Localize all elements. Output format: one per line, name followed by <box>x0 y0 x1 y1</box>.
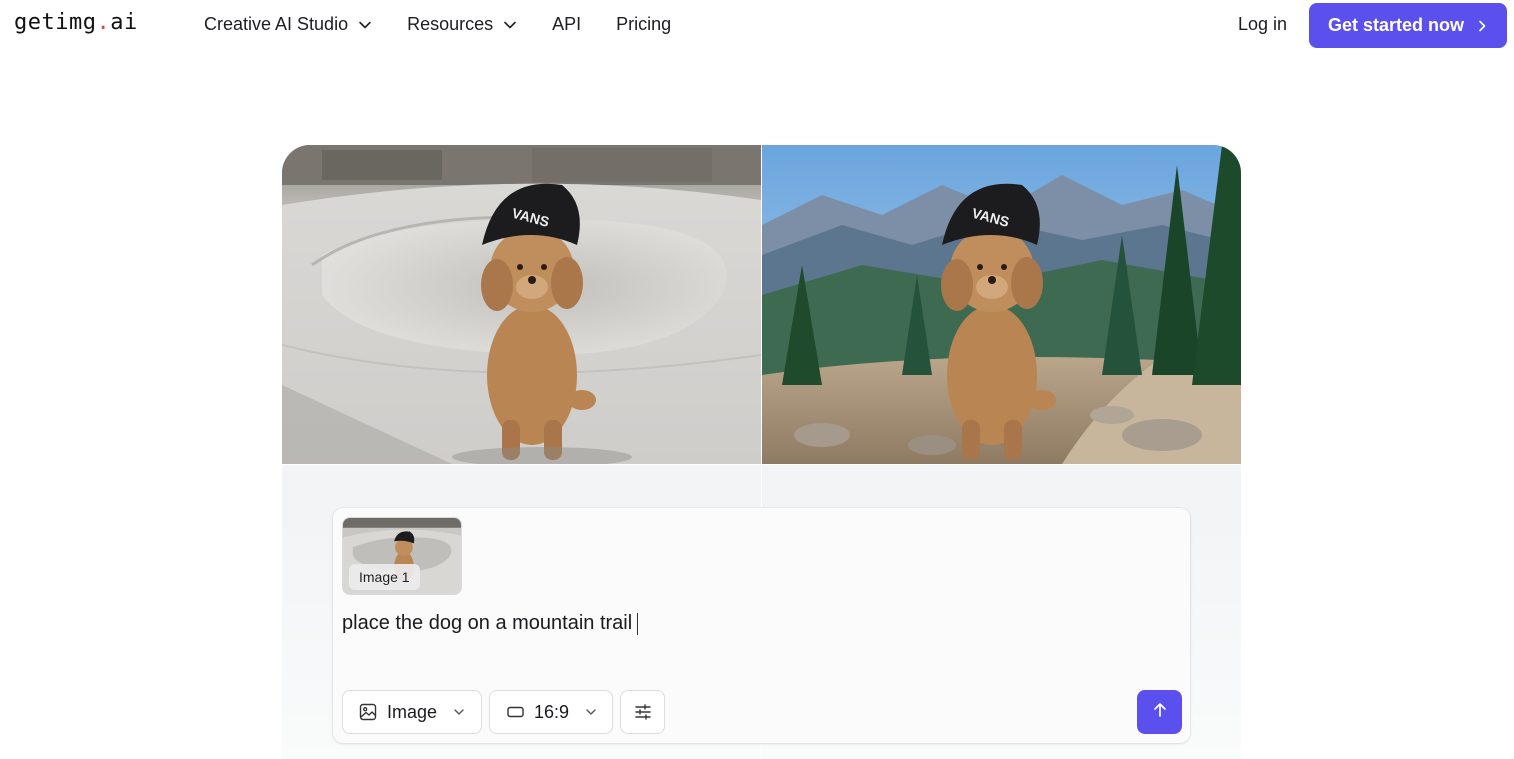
image-baseline <box>282 464 1241 465</box>
arrow-up-icon <box>1152 702 1168 723</box>
attached-image-thumbnail[interactable]: Image 1 <box>342 517 462 595</box>
nav-api[interactable]: API <box>552 14 581 35</box>
nav-label: API <box>552 14 582 34</box>
logo-suffix: ai <box>110 10 138 35</box>
text-cursor <box>637 612 639 635</box>
nav-resources[interactable]: Resources <box>407 14 517 35</box>
aspect-ratio-select[interactable]: 16:9 <box>489 690 613 734</box>
mountain-trail-dog-image: VANS <box>762 145 1241 464</box>
sliders-icon <box>634 703 652 721</box>
skatepark-dog-image: VANS <box>282 145 761 464</box>
prompt-input[interactable]: place the dog on a mountain trail <box>342 612 639 635</box>
getimg-logo[interactable]: getimg.ai <box>14 10 138 35</box>
get-started-label: Get started now <box>1327 15 1465 35</box>
mode-label: Image <box>387 701 438 722</box>
chevron-down-icon <box>585 706 597 718</box>
prompt-text-value: place the dog on a mountain trail <box>342 612 633 634</box>
aspect-ratio-icon <box>507 706 524 718</box>
get-started-button[interactable]: Get started now <box>1309 3 1507 48</box>
nav-creative-ai-studio[interactable]: Creative AI Studio <box>204 14 372 35</box>
chevron-down-icon <box>358 18 372 32</box>
nav-label: Pricing <box>616 14 672 34</box>
top-navbar: getimg.ai Creative AI Studio Resources A… <box>0 0 1514 50</box>
prompt-composer: Image 1 place the dog on a mountain trai… <box>333 508 1190 743</box>
nav-label: Resources <box>407 14 494 34</box>
send-button[interactable] <box>1137 690 1182 734</box>
image-icon <box>359 703 377 721</box>
logo-main: getimg <box>14 10 97 35</box>
main-nav: Creative AI Studio Resources API Pricing <box>204 14 706 35</box>
logo-dot: . <box>96 10 111 35</box>
chevron-down-icon <box>503 18 517 32</box>
attachment-label: Image 1 <box>349 564 420 590</box>
chevron-down-icon <box>453 706 465 718</box>
mode-select[interactable]: Image <box>342 690 482 734</box>
login-link[interactable]: Log in <box>1238 14 1287 35</box>
nav-pricing[interactable]: Pricing <box>616 14 671 35</box>
settings-button[interactable] <box>620 690 665 734</box>
nav-label: Creative AI Studio <box>204 14 349 34</box>
chevron-right-icon <box>1476 20 1488 32</box>
aspect-ratio-label: 16:9 <box>534 701 570 722</box>
